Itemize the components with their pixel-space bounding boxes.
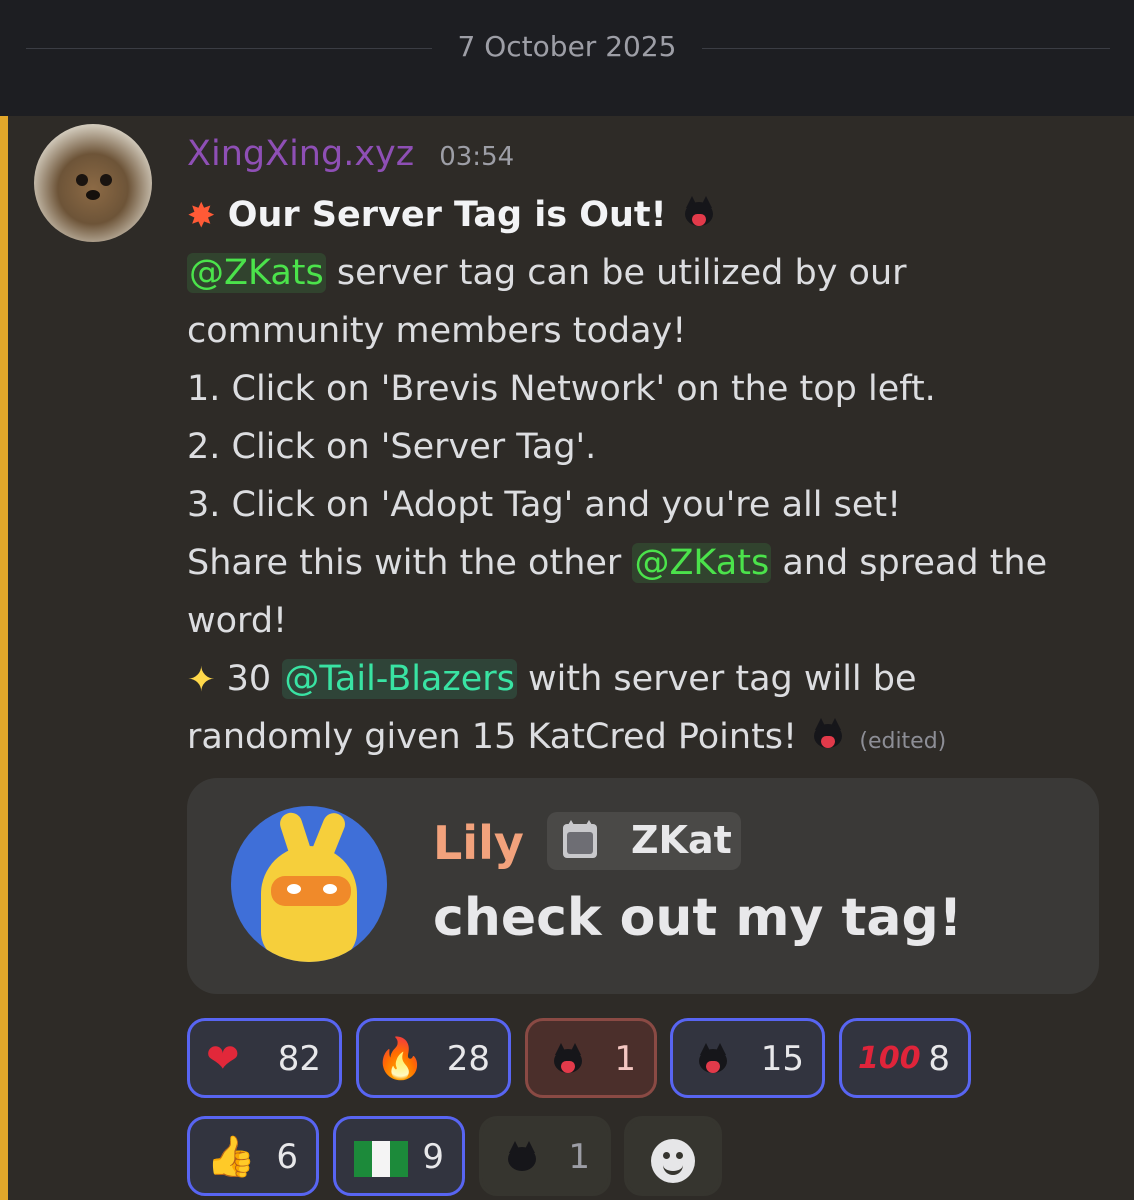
date-divider: 7 October 2025	[0, 0, 1134, 116]
reaction-count: 8	[928, 1039, 950, 1079]
reaction-cat-heart[interactable]: 1	[525, 1018, 657, 1098]
reaction-heart[interactable]: ❤ 82	[187, 1018, 342, 1098]
message-text: randomly given 15 KatCred Points!	[187, 717, 798, 757]
message-line: randomly given 15 KatCred Points! (edite…	[187, 708, 1112, 766]
divider-line-left	[26, 48, 432, 49]
edited-label: (edited)	[859, 729, 947, 754]
server-tag-text: ZKat	[631, 818, 732, 862]
reaction-thumbs-up[interactable]: 👍 6	[187, 1116, 319, 1196]
message-title-line: ✸ Our Server Tag is Out!	[187, 186, 1112, 244]
message-text: Share this with the other	[187, 543, 622, 583]
user-avatar[interactable]	[34, 124, 152, 242]
reaction-nigeria-flag[interactable]: 9	[333, 1116, 465, 1196]
divider-line-right	[702, 48, 1110, 49]
role-mention-zkats[interactable]: @ZKats	[632, 543, 772, 583]
message-line: ✦ 30 @Tail-Blazers with server tag will …	[187, 650, 1112, 708]
step-3: 3. Click on 'Adopt Tag' and you're all s…	[187, 485, 902, 525]
message-text: 30	[226, 659, 272, 699]
cat-heart-icon	[808, 714, 848, 754]
thumbs-up-icon: 👍	[206, 1134, 256, 1180]
message-text: and spread the	[782, 543, 1048, 583]
date-divider-text: 7 October 2025	[457, 30, 677, 63]
message-line: word!	[187, 601, 288, 641]
cat-heart-icon	[679, 192, 719, 232]
cat-heart-icon	[548, 1039, 588, 1079]
reaction-cat-heart[interactable]: 15	[670, 1018, 825, 1098]
reaction-fire[interactable]: 🔥 28	[356, 1018, 511, 1098]
collision-icon: ✸	[187, 196, 216, 236]
role-mention-tail-blazers[interactable]: @Tail-Blazers	[282, 659, 517, 699]
message-header: XingXing.xyz 03:54	[187, 134, 514, 178]
hundred-icon: 100	[858, 1041, 921, 1076]
cat-heart-icon	[693, 1039, 733, 1079]
lily-avatar	[231, 806, 387, 962]
embed-username: Lily	[433, 816, 524, 870]
message-title: Our Server Tag is Out!	[227, 195, 667, 235]
reaction-black-cat[interactable]: 1	[479, 1116, 611, 1196]
message-line: Share this with the other @ZKats and spr…	[187, 534, 1112, 592]
reaction-hundred[interactable]: 100 8	[839, 1018, 971, 1098]
step-2: 2. Click on 'Server Tag'.	[187, 427, 597, 467]
fire-icon: 🔥	[375, 1036, 425, 1082]
message-text: with server tag will be	[528, 659, 917, 699]
message-timestamp[interactable]: 03:54	[439, 142, 514, 172]
reaction-count: 28	[446, 1039, 490, 1079]
reaction-count: 9	[422, 1137, 444, 1177]
username[interactable]: XingXing.xyz	[187, 134, 414, 174]
mention-highlight-bar	[0, 116, 8, 1200]
reaction-count: 15	[760, 1039, 804, 1079]
nigeria-flag-icon	[354, 1141, 408, 1177]
image-embed[interactable]: Lily ZKat check out my tag!	[187, 778, 1099, 994]
message-text: server tag can be utilized by our	[336, 253, 907, 293]
black-cat-icon	[502, 1137, 542, 1177]
reaction-count: 6	[276, 1137, 298, 1177]
message-line: community members today!	[187, 311, 687, 351]
sparkles-icon: ✦	[187, 660, 216, 700]
reaction-count: 82	[277, 1039, 321, 1079]
heart-icon: ❤	[206, 1036, 240, 1082]
message-content: ✸ Our Server Tag is Out! @ZKats server t…	[187, 186, 1112, 766]
step-1: 1. Click on 'Brevis Network' on the top …	[187, 369, 936, 409]
role-mention-zkats[interactable]: @ZKats	[187, 253, 326, 293]
message-line: @ZKats server tag can be utilized by our	[187, 244, 1112, 302]
message-item[interactable]: XingXing.xyz 03:54 ✸ Our Server Tag is O…	[0, 116, 1134, 1200]
server-tag-badge: ZKat	[547, 812, 741, 870]
add-reaction-button[interactable]	[624, 1116, 722, 1196]
embed-message-text: check out my tag!	[433, 888, 963, 948]
reaction-count: 1	[568, 1137, 590, 1177]
add-reaction-smiley-icon	[651, 1139, 695, 1183]
cat-tag-icon	[563, 820, 597, 858]
reaction-count: 1	[614, 1039, 636, 1079]
